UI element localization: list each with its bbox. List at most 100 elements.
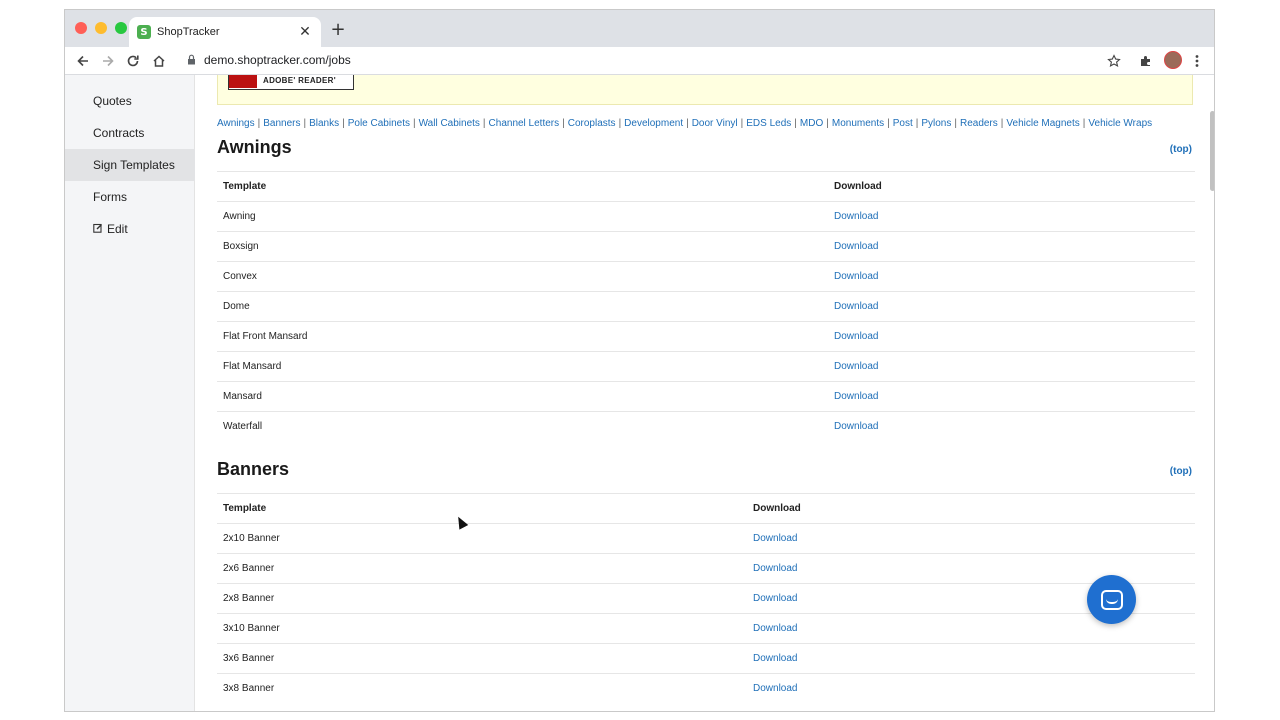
sidebar-item-forms[interactable]: Forms <box>65 181 195 213</box>
nav-separator: | <box>794 118 797 129</box>
chat-icon <box>1100 589 1123 610</box>
tab-shoptracker[interactable]: S ShopTracker ✕ <box>129 17 321 47</box>
sidebar-item-label: Quotes <box>93 94 132 108</box>
download-link[interactable]: Download <box>834 301 878 312</box>
forward-arrow-icon[interactable] <box>98 51 118 71</box>
download-link[interactable]: Download <box>753 653 797 664</box>
download-link[interactable]: Download <box>753 563 797 574</box>
nav-link-mdo[interactable]: MDO <box>800 118 823 129</box>
download-link[interactable]: Download <box>834 271 878 282</box>
download-link[interactable]: Download <box>834 211 878 222</box>
maximize-window-button[interactable] <box>115 22 127 34</box>
close-window-button[interactable] <box>75 22 87 34</box>
nav-link-post[interactable]: Post <box>893 118 913 129</box>
sidebar-item-sign-templates[interactable]: Sign Templates <box>65 149 195 181</box>
table-header: Template Download <box>217 493 1195 523</box>
nav-link-monuments[interactable]: Monuments <box>832 118 884 129</box>
sidebar: Quotes Contracts Sign Templates Forms Ed… <box>65 75 195 711</box>
nav-link-pylons[interactable]: Pylons <box>921 118 951 129</box>
nav-link-coroplasts[interactable]: Coroplasts <box>568 118 616 129</box>
table-header: Template Download <box>217 171 1195 201</box>
edit-icon <box>93 223 103 236</box>
nav-separator: | <box>887 118 890 129</box>
template-name: Boxsign <box>223 241 259 252</box>
section-title-banners: Banners <box>217 459 290 479</box>
nav-separator: | <box>1082 118 1086 129</box>
sidebar-item-label: Sign Templates <box>93 158 175 172</box>
download-link[interactable]: Download <box>753 533 797 544</box>
table-row: Flat Front Mansard Download <box>217 321 1195 351</box>
nav-separator: | <box>954 118 957 129</box>
browser-toolbar: demo.shoptracker.com/jobs <box>65 47 1214 75</box>
back-arrow-icon[interactable] <box>73 51 93 71</box>
nav-link-awnings[interactable]: Awnings <box>217 118 255 129</box>
adobe-reader-banner: ADOBE' READER' <box>217 75 1193 105</box>
download-link[interactable]: Download <box>834 391 878 402</box>
template-name: Dome <box>223 301 250 312</box>
download-link[interactable]: Download <box>834 241 878 252</box>
column-header-download: Download <box>753 503 801 514</box>
nav-link-door-vinyl[interactable]: Door Vinyl <box>692 118 738 129</box>
scrollbar-thumb[interactable] <box>1210 111 1214 191</box>
lock-icon[interactable] <box>187 54 196 68</box>
nav-separator: | <box>740 118 744 129</box>
nav-separator: | <box>618 118 622 129</box>
nav-link-eds-leds[interactable]: EDS Leds <box>746 118 791 129</box>
table-row: 2x10 Banner Download <box>217 523 1195 553</box>
top-link[interactable]: (top) <box>1170 466 1192 477</box>
table-row: 2x6 Banner Download <box>217 553 1195 583</box>
download-link[interactable]: Download <box>834 331 878 342</box>
template-name: Flat Front Mansard <box>223 331 308 342</box>
nav-separator: | <box>915 118 919 129</box>
template-name: Awning <box>223 211 256 222</box>
new-tab-button[interactable]: + <box>328 19 348 40</box>
download-link[interactable]: Download <box>834 421 878 432</box>
tab-title: ShopTracker <box>157 26 220 38</box>
sidebar-item-contracts[interactable]: Contracts <box>65 117 195 149</box>
extensions-puzzle-icon[interactable] <box>1136 51 1156 71</box>
download-link[interactable]: Download <box>753 683 797 694</box>
top-link[interactable]: (top) <box>1170 144 1192 155</box>
nav-link-vehicle-magnets[interactable]: Vehicle Magnets <box>1006 118 1079 129</box>
nav-separator: | <box>1000 118 1004 129</box>
template-name: Flat Mansard <box>223 361 282 372</box>
template-name: Mansard <box>223 391 262 402</box>
nav-link-channel-letters[interactable]: Channel Letters <box>489 118 560 129</box>
nav-separator: | <box>686 118 689 129</box>
profile-avatar[interactable] <box>1164 51 1182 69</box>
address-bar[interactable]: demo.shoptracker.com/jobs <box>204 53 351 67</box>
nav-link-banners[interactable]: Banners <box>263 118 300 129</box>
shoptracker-favicon-icon: S <box>137 25 151 39</box>
nav-separator: | <box>412 118 416 129</box>
nav-link-vehicle-wraps[interactable]: Vehicle Wraps <box>1088 118 1152 129</box>
home-icon[interactable] <box>149 51 169 71</box>
column-header-template: Template <box>223 503 267 514</box>
close-tab-icon[interactable]: ✕ <box>297 24 313 40</box>
table-row: 3x10 Banner Download <box>217 613 1195 643</box>
sidebar-item-edit[interactable]: Edit <box>65 213 195 245</box>
minimize-window-button[interactable] <box>95 22 107 34</box>
template-name: 3x6 Banner <box>223 653 275 664</box>
download-link[interactable]: Download <box>753 623 797 634</box>
adobe-reader-text: ADOBE' READER' <box>263 76 336 85</box>
nav-link-pole-cabinets[interactable]: Pole Cabinets <box>348 118 410 129</box>
sidebar-item-quotes[interactable]: Quotes <box>65 85 195 117</box>
download-link[interactable]: Download <box>753 593 797 604</box>
table-row: 3x6 Banner Download <box>217 643 1195 673</box>
vertical-scrollbar[interactable] <box>1208 75 1214 711</box>
table-row: Dome Download <box>217 291 1195 321</box>
nav-link-blanks[interactable]: Blanks <box>309 118 339 129</box>
nav-link-readers[interactable]: Readers <box>960 118 998 129</box>
table-row: Flat Mansard Download <box>217 351 1195 381</box>
nav-link-development[interactable]: Development <box>624 118 683 129</box>
more-menu-icon[interactable] <box>1187 51 1207 71</box>
column-header-template: Template <box>223 181 267 192</box>
nav-link-wall-cabinets[interactable]: Wall Cabinets <box>419 118 480 129</box>
adobe-reader-badge[interactable]: ADOBE' READER' <box>228 75 354 90</box>
chat-launcher-button[interactable] <box>1087 575 1136 624</box>
bookmark-star-icon[interactable] <box>1104 51 1124 71</box>
template-name: 2x6 Banner <box>223 563 275 574</box>
download-link[interactable]: Download <box>834 361 878 372</box>
category-nav: Awnings | Banners | Blanks | Pole Cabinets | Wal… <box>217 118 1152 129</box>
reload-icon[interactable] <box>123 51 143 71</box>
